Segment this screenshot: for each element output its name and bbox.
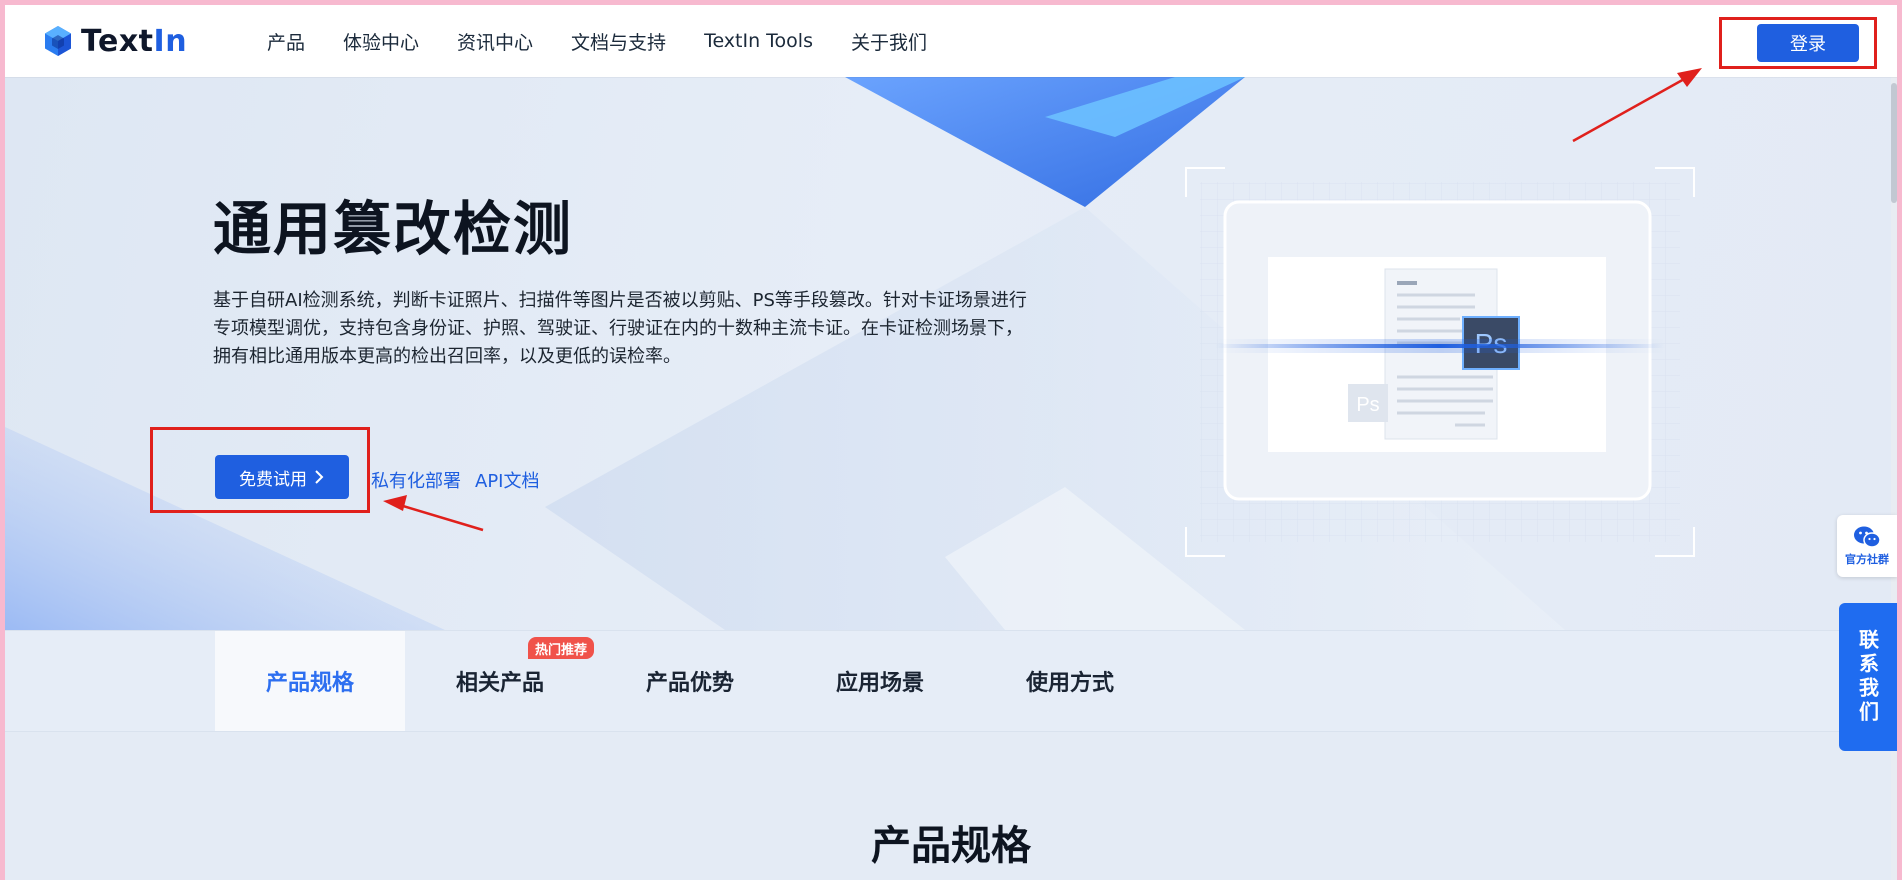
private-deployment-link[interactable]: 私有化部署	[371, 467, 461, 493]
nav-item-textin-tools[interactable]: TextIn Tools	[704, 30, 813, 52]
scrollbar-thumb[interactable]	[1891, 83, 1897, 203]
free-trial-button[interactable]: 免费试用	[215, 455, 349, 499]
logo-cube-icon	[45, 26, 71, 56]
login-button[interactable]: 登录	[1757, 24, 1859, 62]
section-title-product-specs: 产品规格	[871, 823, 1031, 869]
api-docs-link[interactable]: API文档	[475, 467, 539, 493]
contact-us-button[interactable]: 联系我们	[1839, 603, 1897, 751]
nav-item-products[interactable]: 产品	[267, 28, 305, 55]
tamper-detection-illustration: Ps Ps	[1185, 167, 1695, 557]
nav-item-docs-support[interactable]: 文档与支持	[571, 28, 666, 55]
textin-logo[interactable]: TextIn	[43, 23, 187, 59]
ps-label-small: Ps	[1356, 394, 1379, 416]
hero-title: 通用篡改检测	[213, 195, 574, 263]
wechat-icon	[1854, 526, 1881, 548]
tab-product-advantages[interactable]: 产品优势	[595, 631, 785, 731]
top-header: TextIn 产品 体验中心 资讯中心 文档与支持 TextIn Tools 关…	[5, 5, 1897, 77]
official-community-label: 官方社群	[1845, 553, 1889, 566]
free-trial-label: 免费试用	[239, 469, 307, 490]
chevron-right-icon	[315, 470, 324, 484]
nav-item-experience-center[interactable]: 体验中心	[343, 28, 419, 55]
product-tabs: 产品规格 相关产品 产品优势 应用场景 使用方式	[5, 630, 1897, 732]
tab-product-specs[interactable]: 产品规格	[215, 631, 405, 731]
nav-item-news-center[interactable]: 资讯中心	[457, 28, 533, 55]
login-highlight-box: 登录	[1719, 17, 1877, 69]
tab-application-scenarios[interactable]: 应用场景	[785, 631, 975, 731]
nav-item-about-us[interactable]: 关于我们	[851, 28, 927, 55]
hero-section: 通用篡改检测 基于自研AI检测系统，判断卡证照片、扫描件等图片是否被以剪贴、PS…	[5, 77, 1897, 630]
hot-recommend-badge: 热门推荐	[528, 637, 595, 659]
official-community-widget[interactable]: 官方社群	[1837, 515, 1897, 577]
page: TextIn 产品 体验中心 资讯中心 文档与支持 TextIn Tools 关…	[5, 5, 1897, 880]
main-nav: 产品 体验中心 资讯中心 文档与支持 TextIn Tools 关于我们	[267, 5, 927, 77]
hero-description: 基于自研AI检测系统，判断卡证照片、扫描件等图片是否被以剪贴、PS等手段篡改。针…	[213, 290, 1027, 367]
tab-usage-methods[interactable]: 使用方式	[975, 631, 1165, 731]
logo-text: TextIn	[81, 23, 188, 59]
